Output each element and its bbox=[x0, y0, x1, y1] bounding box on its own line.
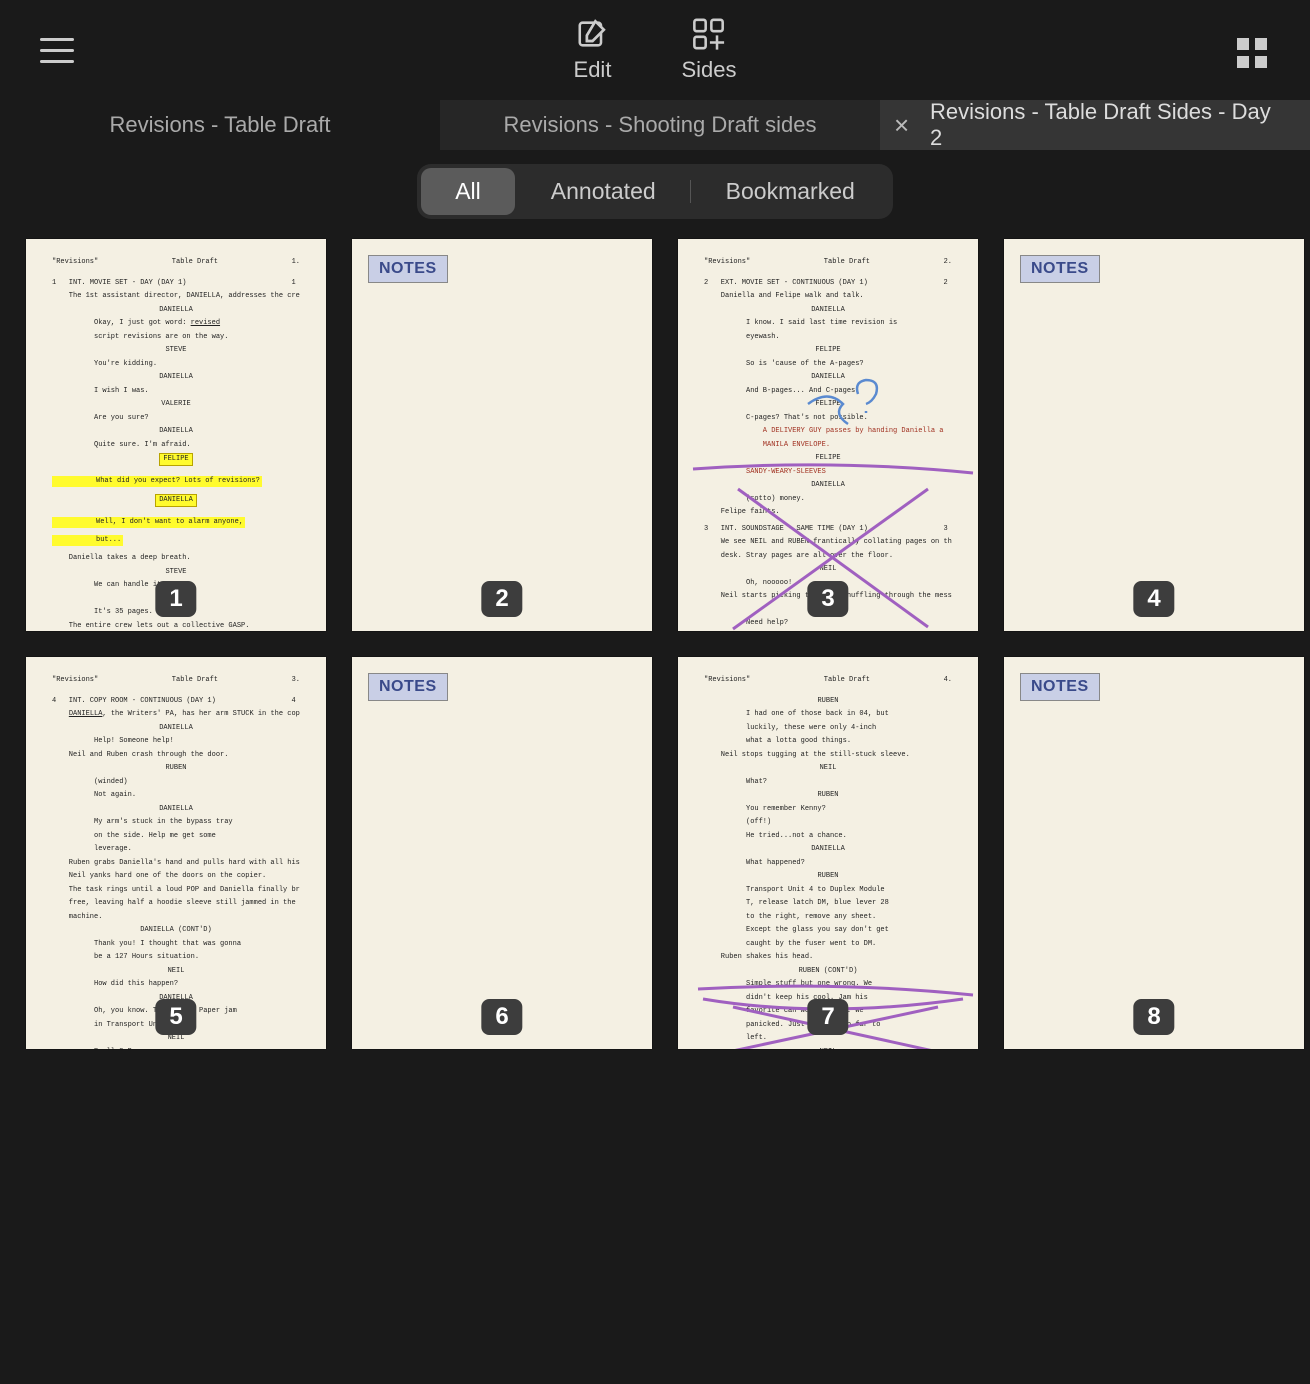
page-thumbnail[interactable]: NOTES 8 bbox=[1004, 657, 1304, 1049]
sides-icon bbox=[692, 17, 726, 51]
tab-label: Revisions - Table Draft Sides - Day 2 bbox=[930, 99, 1280, 151]
page-number-badge: 4 bbox=[1133, 581, 1174, 617]
page-number-badge: 2 bbox=[481, 581, 522, 617]
page-thumbnail[interactable]: "Revisions" Table Draft 2. 2 EXT. MOVIE … bbox=[678, 239, 978, 631]
notes-badge: NOTES bbox=[368, 673, 448, 701]
toolbar-center: Edit Sides bbox=[574, 17, 737, 83]
tab-table-draft-sides-day-2[interactable]: × Revisions - Table Draft Sides - Day 2 bbox=[880, 100, 1310, 150]
page-number-badge: 7 bbox=[807, 999, 848, 1035]
page-number-badge: 8 bbox=[1133, 999, 1174, 1035]
page-thumbnail[interactable]: "Revisions" Table Draft 4. RUBEN I had o… bbox=[678, 657, 978, 1049]
notes-badge: NOTES bbox=[1020, 255, 1100, 283]
notes-badge: NOTES bbox=[1020, 673, 1100, 701]
edit-label: Edit bbox=[574, 57, 612, 83]
edit-button[interactable]: Edit bbox=[574, 17, 612, 83]
close-icon[interactable]: × bbox=[894, 110, 909, 141]
edit-icon bbox=[575, 17, 609, 51]
tab-bar: Revisions - Table Draft Revisions - Shoo… bbox=[0, 100, 1310, 150]
filter-segmented-control: All Annotated Bookmarked bbox=[417, 164, 893, 219]
sides-label: Sides bbox=[681, 57, 736, 83]
tab-label: Revisions - Table Draft bbox=[110, 112, 331, 138]
page-number-badge: 6 bbox=[481, 999, 522, 1035]
menu-icon[interactable] bbox=[40, 30, 80, 70]
notes-badge: NOTES bbox=[368, 255, 448, 283]
tab-shooting-draft-sides[interactable]: Revisions - Shooting Draft sides bbox=[440, 100, 880, 150]
page-thumbnail[interactable]: "Revisions" Table Draft 1. 1 INT. MOVIE … bbox=[26, 239, 326, 631]
grid-view-icon[interactable] bbox=[1234, 35, 1270, 71]
script-content: "Revisions" Table Draft 3. 4 INT. COPY R… bbox=[26, 657, 326, 1049]
top-toolbar: Edit Sides bbox=[0, 0, 1310, 100]
filter-bookmarked[interactable]: Bookmarked bbox=[692, 168, 889, 215]
page-thumbnail[interactable]: NOTES 4 bbox=[1004, 239, 1304, 631]
page-thumbnail[interactable]: NOTES 2 bbox=[352, 239, 652, 631]
page-grid: "Revisions" Table Draft 1. 1 INT. MOVIE … bbox=[0, 229, 1310, 1059]
page-number-badge: 1 bbox=[155, 581, 196, 617]
sides-button[interactable]: Sides bbox=[681, 17, 736, 83]
page-number-badge: 5 bbox=[155, 999, 196, 1035]
script-content: "Revisions" Table Draft 2. 2 EXT. MOVIE … bbox=[678, 239, 978, 631]
script-content: "Revisions" Table Draft 4. RUBEN I had o… bbox=[678, 657, 978, 1049]
page-thumbnail[interactable]: "Revisions" Table Draft 3. 4 INT. COPY R… bbox=[26, 657, 326, 1049]
tab-table-draft[interactable]: Revisions - Table Draft bbox=[0, 100, 440, 150]
filter-all[interactable]: All bbox=[421, 168, 515, 215]
page-thumbnail[interactable]: NOTES 6 bbox=[352, 657, 652, 1049]
page-number-badge: 3 bbox=[807, 581, 848, 617]
script-content: "Revisions" Table Draft 1. 1 INT. MOVIE … bbox=[26, 239, 326, 631]
filter-bar: All Annotated Bookmarked bbox=[0, 150, 1310, 229]
tab-label: Revisions - Shooting Draft sides bbox=[503, 112, 816, 138]
filter-annotated[interactable]: Annotated bbox=[517, 168, 690, 215]
